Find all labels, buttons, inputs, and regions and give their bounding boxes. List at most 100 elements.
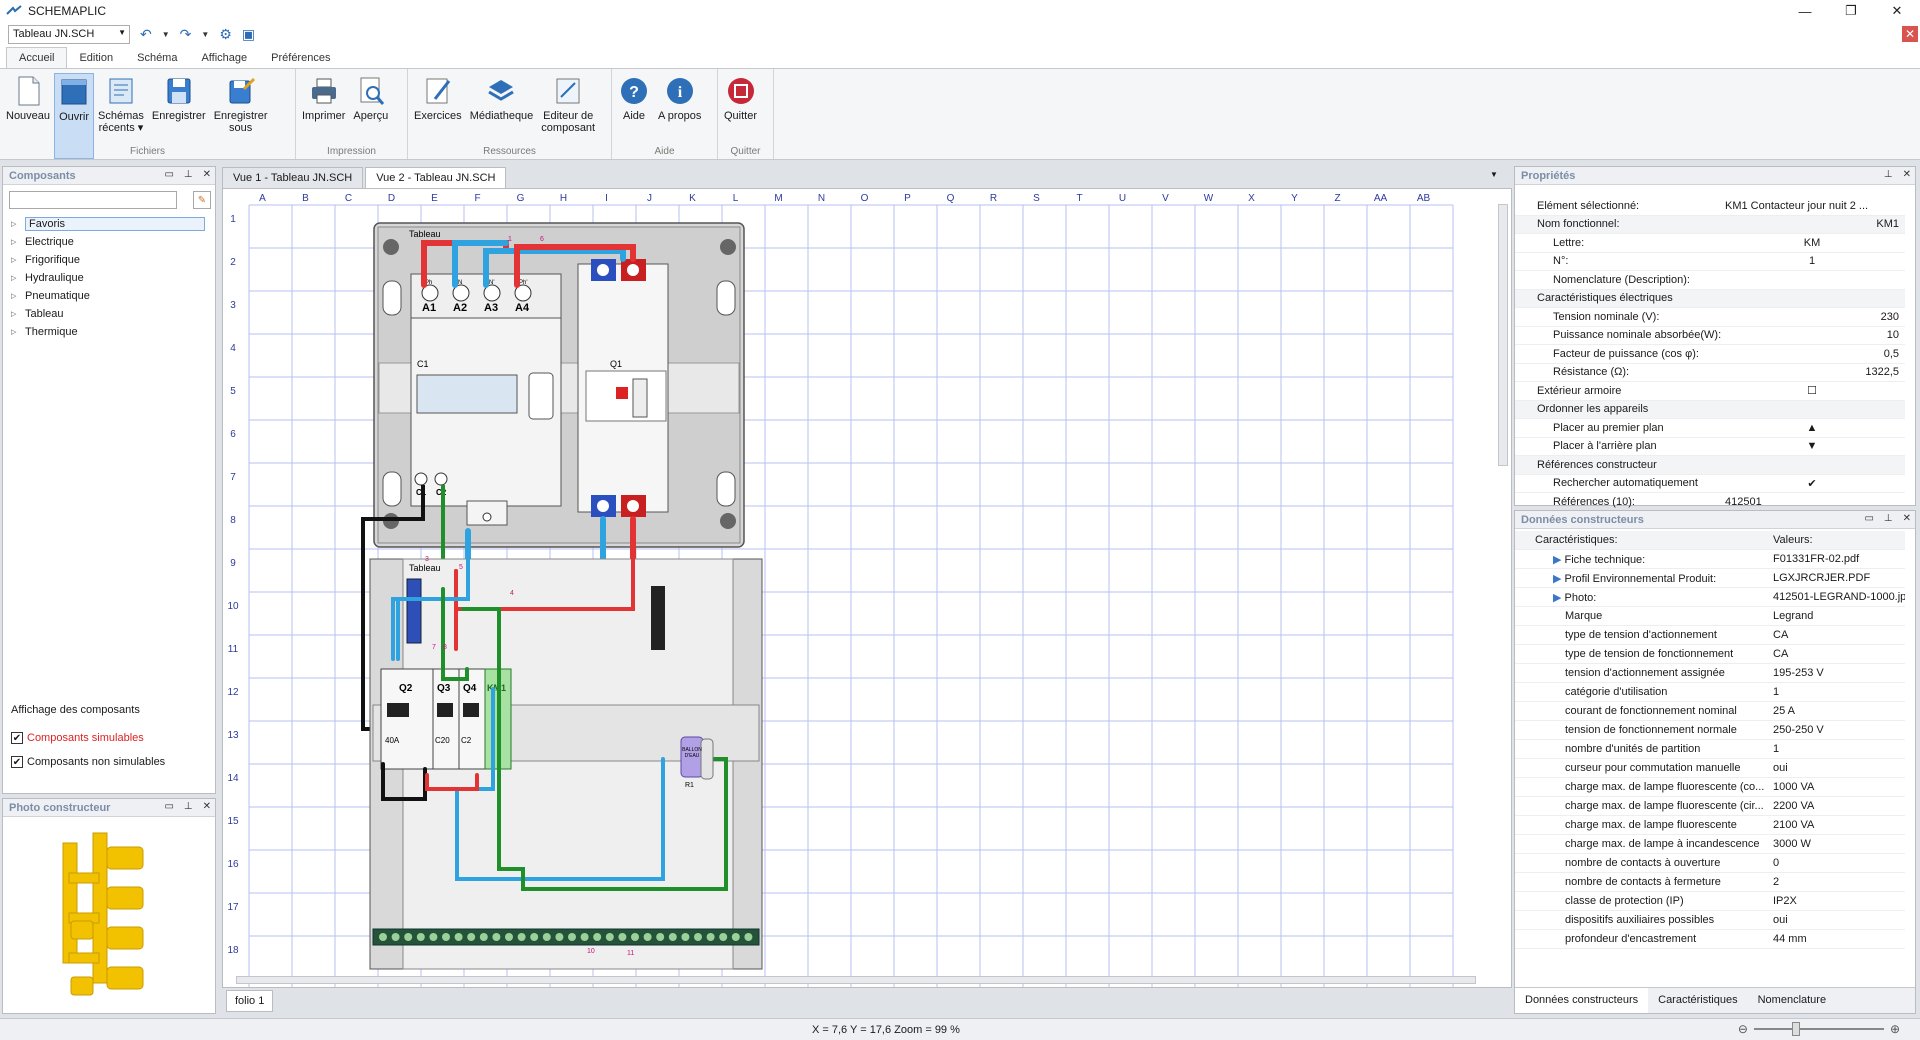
tabs-dropdown-icon[interactable]: ▼ [1490,170,1498,179]
expand-icon[interactable]: ▷ [11,256,25,264]
maker-data-row[interactable]: ▶ Fiche technique: F01331FR-02.pdf [1515,550,1905,569]
property-value[interactable]: ☐ [1725,384,1905,397]
tab-nomenclature[interactable]: Nomenclature [1748,988,1836,1013]
property-row[interactable]: Puissance nominale absorbée(W): 10 [1515,327,1905,345]
property-value[interactable]: 1 [1725,255,1905,267]
zoom-control[interactable]: ⊖ ⊕ [1738,1022,1900,1036]
pin-icon[interactable]: ⊥ [184,801,193,812]
property-row[interactable]: Résistance (Ω): 1322,5 [1515,364,1905,382]
tab-edition[interactable]: Edition [67,48,125,68]
expand-arrow-icon[interactable]: ▶ [1553,592,1565,604]
property-value[interactable]: 0,5 [1725,348,1905,360]
tab-affichage[interactable]: Affichage [189,48,259,68]
redo-icon[interactable]: ↷ [180,26,192,43]
property-row[interactable]: Facteur de puissance (cos φ): 0,5 [1515,345,1905,364]
tab-accueil[interactable]: Accueil [6,47,68,68]
close-window-button[interactable]: ✕ [1874,0,1920,22]
screen-icon[interactable]: ▣ [242,26,255,43]
maker-value[interactable]: 412501-LEGRAND-1000.jpg [1769,591,1905,603]
undo-icon[interactable]: ↶ [140,26,152,43]
breaker-q1[interactable]: Q1 [577,259,669,517]
non-simulable-checkbox[interactable]: ✔ Composants non simulables [11,756,165,768]
search-button[interactable]: ✎ [193,191,211,209]
pin-icon[interactable]: ⊥ [1884,169,1893,180]
tab-donnees-constructeurs[interactable]: Données constructeurs [1515,988,1649,1013]
maker-value[interactable]: LGXJRCRJER.PDF [1769,572,1905,584]
property-row[interactable]: Ordonner les appareils [1515,400,1905,419]
expand-icon[interactable]: ▷ [11,238,25,246]
expand-icon[interactable]: ▷ [11,292,25,300]
pin-icon[interactable]: ⊥ [184,169,193,180]
expand-icon[interactable]: ▷ [11,328,25,336]
property-value[interactable]: ▲ [1725,422,1905,434]
property-row[interactable]: Caractéristiques électriques [1515,289,1905,308]
property-value[interactable]: 10 [1725,329,1905,341]
neutral-bar[interactable] [406,578,422,644]
close-icon[interactable]: ✕ [203,169,211,180]
property-row[interactable]: Rechercher automatiquement ✔ [1515,475,1905,493]
property-row[interactable]: Extérieur armoire ☐ [1515,382,1905,401]
tree-item-thermique[interactable]: ▷ Thermique [11,323,211,341]
expand-icon[interactable]: ▷ [11,274,25,282]
folio-tab[interactable]: folio 1 [226,990,274,1012]
expand-arrow-icon[interactable]: ▶ [1553,573,1565,585]
expand-icon[interactable]: ▷ [11,310,25,318]
panel-options-icon[interactable]: ▭ [164,169,173,180]
tree-item-electrique[interactable]: ▷ Electrique [11,233,211,251]
property-value[interactable]: ✔ [1725,477,1905,490]
zoom-slider-thumb[interactable] [1791,1022,1800,1036]
phase-bar[interactable] [651,586,665,650]
checkbox-checked-icon[interactable]: ✔ [11,756,23,768]
tools-icon[interactable]: ⚙ [219,26,232,43]
checkbox-checked-icon[interactable]: ✔ [11,732,23,744]
file-select[interactable]: Tableau JN.SCH ▼ [8,24,130,44]
properties-grid[interactable]: Elément sélectionné: KM1 Contacteur jour … [1515,197,1905,512]
component-search-input[interactable] [9,191,177,209]
panel-options-icon[interactable]: ▭ [1864,513,1873,524]
simulable-checkbox[interactable]: ✔ Composants simulables [11,732,165,744]
close-icon[interactable]: ✕ [1903,513,1911,524]
property-row[interactable]: Tension nominale (V): 230 [1515,308,1905,327]
tree-item-frigorifique[interactable]: ▷ Frigorifique [11,251,211,269]
property-row[interactable]: Nom fonctionnel: KM1 [1515,215,1905,234]
panel-options-icon[interactable]: ▭ [164,801,173,812]
zoom-slider[interactable] [1753,1022,1884,1036]
close-icon[interactable]: ✕ [203,801,211,812]
tab-vue-2[interactable]: Vue 2 - Tableau JN.SCH [365,167,507,189]
close-icon[interactable]: ✕ [1903,169,1911,180]
expand-icon[interactable]: ▷ [11,220,25,228]
tree-item-hydraulique[interactable]: ▷ Hydraulique [11,269,211,287]
schematic-svg[interactable]: A B C D E F G H I J K L M N O P Q R S T U V W X Y Z AA AB 123456789… [223,189,1512,988]
pin-icon[interactable]: ⊥ [1884,513,1893,524]
property-row[interactable]: Références constructeur [1515,456,1905,475]
tree-item-favoris[interactable]: ▷ Favoris [11,215,211,233]
zoom-out-icon[interactable]: ⊖ [1738,1022,1748,1036]
property-row[interactable]: Placer au premier plan ▲ [1515,419,1905,438]
maximize-button[interactable]: ❐ [1828,0,1874,22]
schematic-canvas[interactable]: A B C D E F G H I J K L M N O P Q R S T U V W X Y Z AA AB 123456789… [222,188,1512,988]
property-value[interactable]: 412501 [1725,496,1905,508]
property-value[interactable]: 1322,5 [1725,366,1905,378]
minimize-button[interactable]: — [1782,0,1828,22]
expand-arrow-icon[interactable]: ▶ [1553,554,1565,566]
property-value[interactable]: 230 [1725,311,1905,323]
property-row[interactable]: Références (10): 412501 [1515,493,1905,512]
zoom-in-icon[interactable]: ⊕ [1890,1022,1900,1036]
meter-c1[interactable]: A1 A2 A3 A4 Ph N N' Ph' C1 C1 C2 [410,273,562,526]
property-row[interactable]: Lettre: KM [1515,234,1905,253]
property-value[interactable]: ▼ [1725,440,1905,452]
maker-value[interactable]: F01331FR-02.pdf [1769,553,1905,565]
maker-data-row[interactable]: ▶ Profil Environnemental Produit: LGXJRCR… [1515,569,1905,588]
tab-vue-1[interactable]: Vue 1 - Tableau JN.SCH [222,167,364,189]
property-row[interactable]: Placer à l'arrière plan ▼ [1515,438,1905,456]
horizontal-scrollbar[interactable] [236,976,1476,984]
undo-dropdown-icon[interactable]: ▼ [162,30,170,39]
tree-item-pneumatique[interactable]: ▷ Pneumatique [11,287,211,305]
property-value[interactable]: KM1 [1876,218,1905,230]
vertical-scrollbar[interactable] [1498,204,1508,466]
property-value[interactable]: KM [1725,237,1905,249]
property-value[interactable]: KM1 Contacteur jour nuit 2 ... [1725,200,1905,212]
property-row[interactable]: Elément sélectionné: KM1 Contacteur jour … [1515,197,1905,216]
tree-item-tableau[interactable]: ▷ Tableau [11,305,211,323]
tab-caracteristiques[interactable]: Caractéristiques [1648,988,1747,1013]
